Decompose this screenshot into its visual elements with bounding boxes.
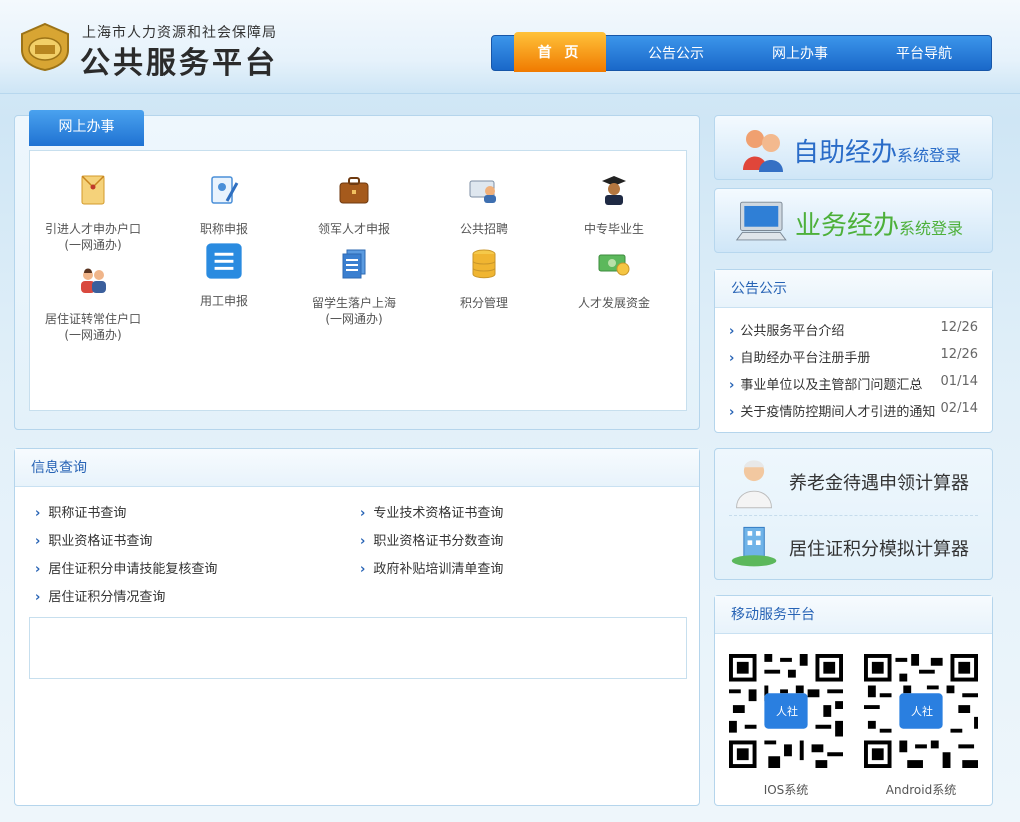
mobile-platform-panel: 移动服务平台 人社 人社 IOS系统 Android系统 (714, 595, 993, 806)
service-label: 领军人才申报 (317, 222, 390, 236)
info-query-panel: 信息查询 职称证书查询 职业资格证书查询 居住证积分申请技能复核查询 居住证积分… (14, 448, 700, 806)
notice-item[interactable]: 自助经办平台注册手册 12/26 (729, 347, 978, 366)
service-overseas-students[interactable]: 留学生落户上海 (一网通办) (289, 247, 419, 327)
panel-title: 移动服务平台 (715, 596, 992, 634)
android-label: Android系统 (885, 783, 957, 797)
query-training-list[interactable]: 政府补贴培训清单查询 (360, 558, 503, 577)
service-public-recruitment[interactable]: 公共招聘 (419, 173, 549, 237)
login-title: 业务经办系统登录 (795, 205, 963, 242)
calc-label: 居住证积分模拟计算器 (789, 539, 969, 560)
login-sub-text: 系统登录 (897, 146, 962, 165)
calculators-panel: 养老金待遇申领计算器 居住证积分模拟计算器 (714, 448, 993, 580)
notices-panel: 公告公示 公共服务平台介绍 12/26 自助经办平台注册手册 12/26 事业单… (714, 269, 993, 433)
notice-date: 12/26 (940, 347, 978, 362)
query-skill-review[interactable]: 居住证积分申请技能复核查询 (35, 558, 217, 577)
service-grid: 引进人才申办户口 (一网通办) 职称申报 领军人才申报 公共招聘 中专毕业生 居… (29, 150, 687, 411)
service-label: 中专毕业生 (583, 222, 644, 236)
notice-item[interactable]: 公共服务平台介绍 12/26 (729, 320, 978, 339)
service-label: 职称申报 (199, 222, 248, 236)
notice-date: 12/26 (940, 320, 978, 335)
pension-calculator-link[interactable]: 养老金待遇申领计算器 (715, 449, 993, 514)
login-sub-text: 系统登录 (899, 219, 964, 238)
service-sublabel: (一网通办) (64, 238, 122, 252)
certificate-edit-icon (211, 176, 239, 204)
notice-date: 01/14 (940, 374, 978, 389)
list-doc-icon (206, 243, 242, 279)
service-label: 居住证转常住户口 (44, 312, 141, 326)
query-residence-points[interactable]: 居住证积分情况查询 (35, 586, 165, 605)
notice-title: 自助经办平台注册手册 (729, 351, 870, 366)
query-result-box (29, 617, 687, 679)
recruit-card-icon (469, 180, 496, 203)
business-login-banner[interactable]: 业务经办系统登录 (714, 188, 993, 253)
query-professional-certificate[interactable]: 专业技术资格证书查询 (360, 502, 503, 521)
emblem-logo-icon (21, 22, 69, 72)
tab-online-services[interactable]: 网上办事 (29, 110, 144, 146)
briefcase-icon (339, 177, 369, 204)
database-icon (472, 249, 496, 279)
nav-platform-guide[interactable]: 平台导航 (862, 36, 986, 70)
service-label: 用工申报 (199, 294, 248, 308)
computer-icon (735, 201, 787, 241)
online-services-panel: 网上办事 引进人才申办户口 (一网通办) 职称申报 领军人才申报 公共招聘 中专… (14, 110, 700, 430)
service-sublabel: (一网通办) (325, 312, 383, 326)
documents-icon (342, 249, 366, 279)
service-label: 积分管理 (459, 296, 508, 310)
login-main-text: 自助经办 (793, 138, 898, 168)
folder-icon (81, 175, 105, 205)
panel-title: 信息查询 (15, 449, 699, 487)
service-label: 留学生落户上海 (311, 296, 396, 310)
notice-item[interactable]: 关于疫情防控期间人才引进的通知 02/14 (729, 401, 978, 420)
service-label: 公共招聘 (459, 222, 508, 236)
nav-announcements[interactable]: 公告公示 (614, 36, 738, 70)
elderly-man-icon (736, 460, 772, 509)
notice-title: 事业单位以及主管部门问题汇总 (729, 378, 922, 393)
qr-badge: 人社 (776, 705, 798, 718)
calc-label: 养老金待遇申领计算器 (789, 473, 969, 494)
service-talent-hukou[interactable]: 引进人才申办户口 (一网通办) (28, 173, 158, 253)
money-icon (598, 254, 630, 276)
notice-item[interactable]: 事业单位以及主管部门问题汇总 01/14 (729, 374, 978, 393)
query-title-certificate[interactable]: 职称证书查询 (35, 502, 126, 521)
qr-badge: 人社 (911, 705, 933, 718)
ios-label: IOS系统 (763, 783, 809, 797)
panel-title: 公告公示 (715, 270, 992, 308)
service-employment-declaration[interactable]: 用工申报 (159, 241, 289, 309)
residence-points-calculator-link[interactable]: 居住证积分模拟计算器 (715, 515, 993, 580)
service-vocational-graduates[interactable]: 中专毕业生 (549, 173, 679, 237)
building-icon (731, 526, 777, 567)
notice-date: 02/14 (940, 401, 978, 416)
site-title: 公共服务平台 (80, 46, 278, 81)
service-label: 引进人才申办户口 (44, 222, 141, 236)
notice-title: 公共服务平台介绍 (729, 324, 844, 339)
nav-home[interactable]: 首 页 (514, 32, 606, 72)
login-main-text: 业务经办 (795, 211, 900, 241)
query-qualification-certificate[interactable]: 职业资格证书查询 (35, 530, 152, 549)
service-label: 人才发展资金 (577, 296, 650, 310)
main-nav: 首 页 公告公示 网上办事 平台导航 (491, 32, 992, 72)
login-title: 自助经办系统登录 (793, 132, 961, 169)
service-leading-talent[interactable]: 领军人才申报 (289, 173, 419, 237)
service-residence-to-hukou[interactable]: 居住证转常住户口 (一网通办) (28, 263, 158, 343)
self-service-login-banner[interactable]: 自助经办系统登录 (714, 115, 993, 180)
site-header: 上海市人力资源和社会保障局 公共服务平台 首 页 公告公示 网上办事 平台导航 (0, 0, 1020, 94)
graduate-icon (602, 176, 626, 205)
notice-title: 关于疫情防控期间人才引进的通知 (729, 405, 935, 420)
service-title-application[interactable]: 职称申报 (159, 173, 289, 237)
service-talent-fund[interactable]: 人才发展资金 (549, 247, 679, 311)
users-icon (743, 130, 783, 172)
service-points-management[interactable]: 积分管理 (419, 247, 549, 311)
service-sublabel: (一网通办) (64, 328, 122, 342)
nav-online-services[interactable]: 网上办事 (738, 36, 862, 70)
couple-icon (81, 268, 106, 293)
query-qualification-score[interactable]: 职业资格证书分数查询 (360, 530, 503, 549)
